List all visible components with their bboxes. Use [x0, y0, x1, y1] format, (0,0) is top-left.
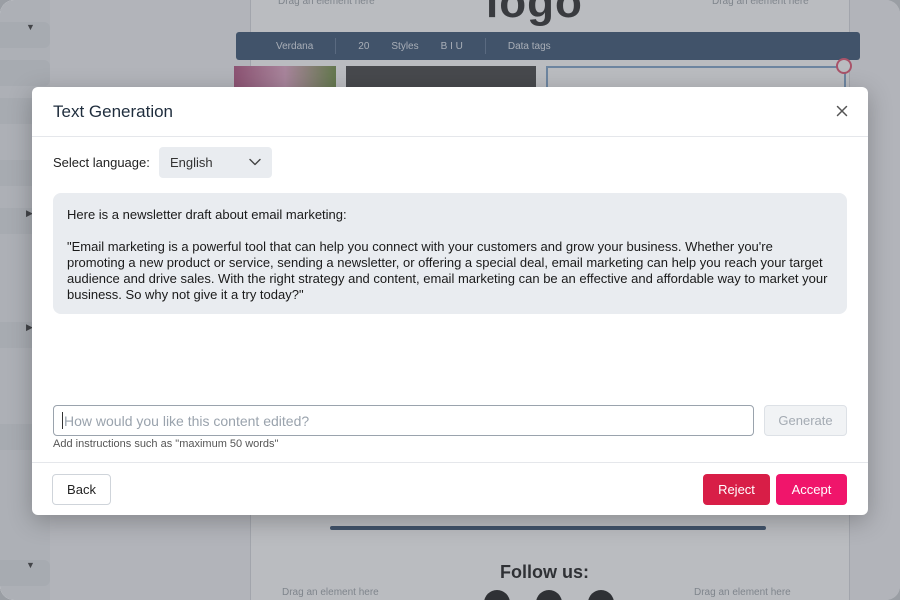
- generated-intro: Here is a newsletter draft about email m…: [67, 207, 347, 222]
- language-select[interactable]: English: [159, 147, 272, 178]
- chevron-down-icon: [249, 158, 261, 166]
- edit-instructions-input[interactable]: [53, 405, 754, 436]
- language-selected-value: English: [170, 155, 213, 170]
- modal-footer-divider: [32, 462, 868, 463]
- back-button[interactable]: Back: [52, 474, 111, 505]
- generated-content: Here is a newsletter draft about email m…: [53, 193, 847, 314]
- text-cursor: [62, 412, 63, 429]
- modal-header: Text Generation: [32, 87, 868, 137]
- text-generation-modal: Text Generation Select language: English…: [32, 87, 868, 515]
- modal-title: Text Generation: [53, 102, 174, 121]
- language-label: Select language:: [53, 155, 150, 170]
- accept-button[interactable]: Accept: [776, 474, 847, 505]
- edit-hint: Add instructions such as "maximum 50 wor…: [53, 438, 279, 450]
- close-button[interactable]: [832, 101, 852, 121]
- generate-button[interactable]: Generate: [764, 405, 847, 436]
- generated-body: "Email marketing is a powerful tool that…: [67, 239, 828, 302]
- reject-button[interactable]: Reject: [703, 474, 770, 505]
- close-icon: [836, 105, 848, 117]
